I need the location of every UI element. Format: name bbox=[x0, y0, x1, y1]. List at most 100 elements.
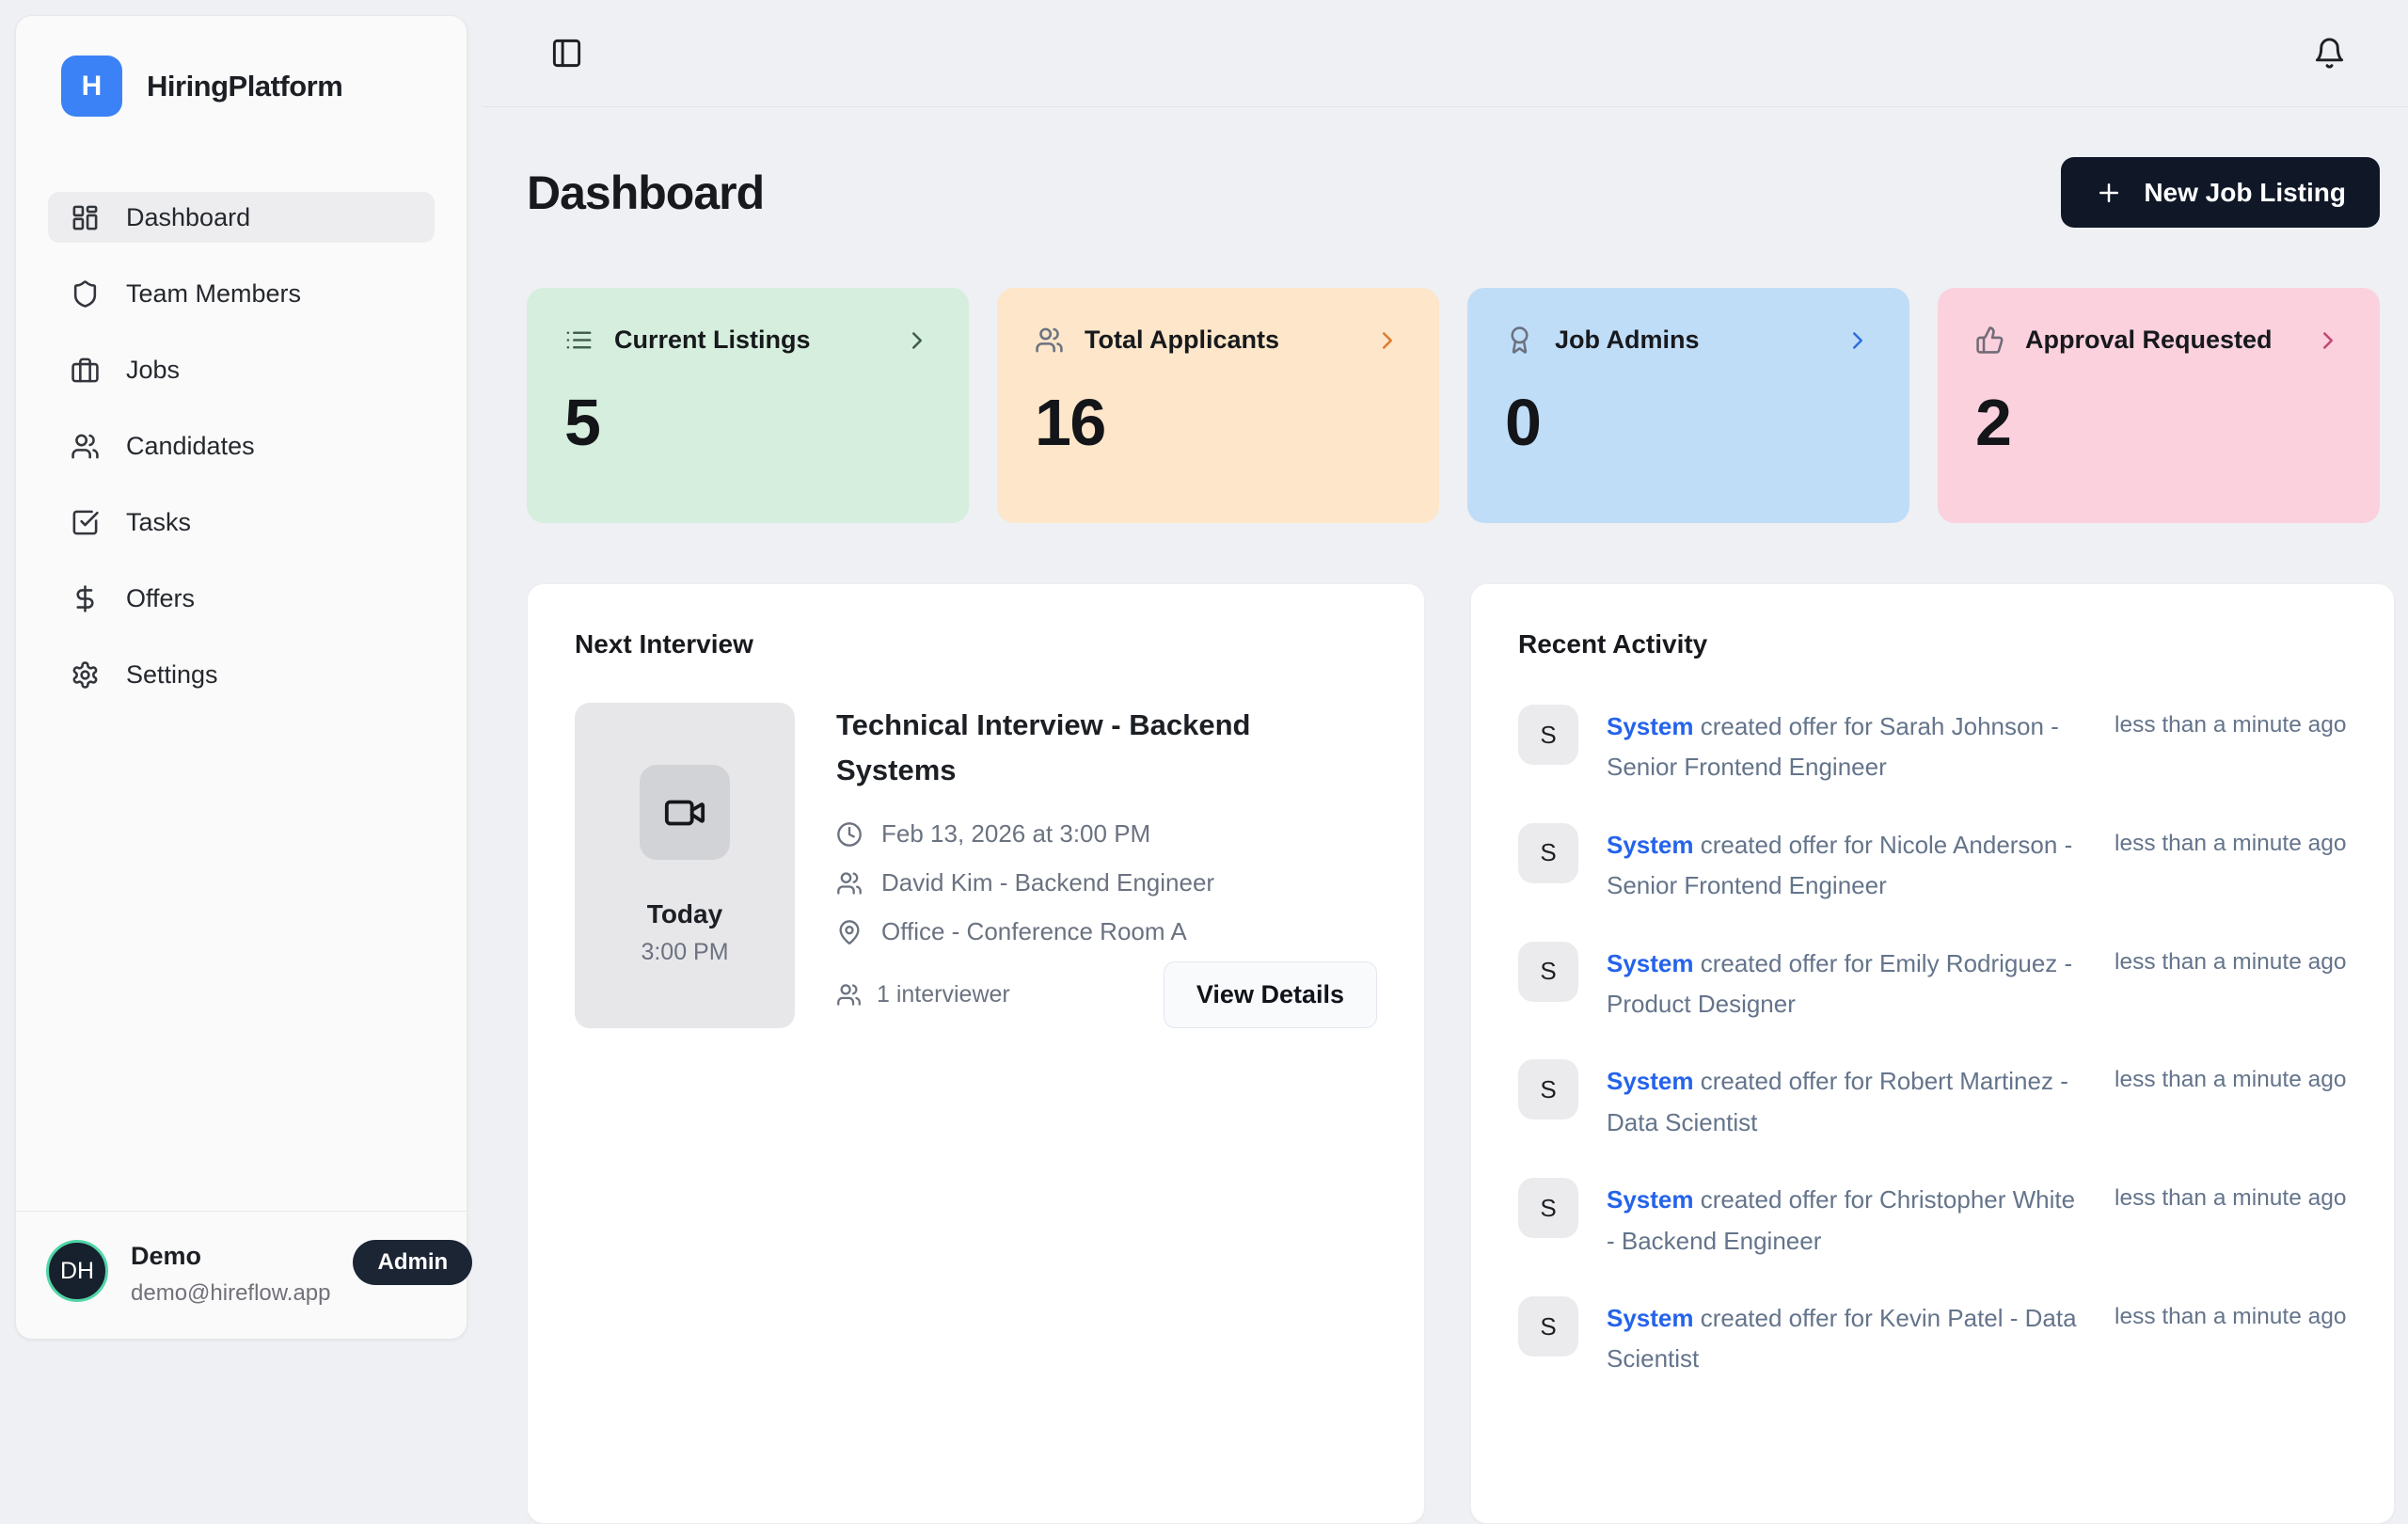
sidebar-item-label: Dashboard bbox=[126, 203, 250, 232]
sidebar-item-label: Jobs bbox=[126, 356, 180, 385]
sidebar-item-tasks[interactable]: Tasks bbox=[48, 497, 435, 548]
activity-message: System created offer for Sarah Johnson -… bbox=[1607, 705, 2086, 788]
thumbs-up-icon bbox=[1975, 325, 2004, 355]
interview-time: 3:00 PM bbox=[641, 939, 728, 966]
gear-icon bbox=[71, 660, 100, 690]
dashboard-columns: Next Interview Today 3:00 PM Technical I… bbox=[527, 583, 2380, 1524]
activity-avatar: S bbox=[1518, 1178, 1578, 1238]
activity-actor-link[interactable]: System bbox=[1607, 1185, 1694, 1214]
activity-actor-link[interactable]: System bbox=[1607, 1304, 1694, 1332]
stat-card-header: Current Listings bbox=[564, 325, 931, 355]
new-job-listing-label: New Job Listing bbox=[2144, 178, 2346, 208]
activity-message: System created offer for Robert Martinez… bbox=[1607, 1059, 2086, 1143]
role-badge: Admin bbox=[353, 1240, 472, 1285]
interview-date-box: Today 3:00 PM bbox=[575, 703, 795, 1028]
stat-card-approval-requested[interactable]: Approval Requested 2 bbox=[1938, 288, 2380, 523]
interview-job-title: Technical Interview - Backend Systems bbox=[836, 703, 1297, 793]
bell-icon bbox=[2313, 37, 2346, 70]
sidebar-item-label: Team Members bbox=[126, 279, 301, 309]
map-pin-icon bbox=[836, 919, 863, 945]
activity-timestamp: less than a minute ago bbox=[2115, 1296, 2347, 1330]
activity-avatar: S bbox=[1518, 705, 1578, 765]
activity-actor-link[interactable]: System bbox=[1607, 1067, 1694, 1095]
sidebar-nav: Dashboard Team Members Jobs Candidates T… bbox=[48, 192, 435, 700]
interview-datetime-row: Feb 13, 2026 at 3:00 PM bbox=[836, 819, 1377, 849]
activity-row: S System created offer for Emily Rodrigu… bbox=[1518, 942, 2347, 1025]
list-icon bbox=[564, 325, 594, 355]
interview-info: Technical Interview - Backend Systems Fe… bbox=[836, 703, 1377, 1028]
stat-value: 0 bbox=[1505, 385, 1872, 460]
interview-candidate-row: David Kim - Backend Engineer bbox=[836, 868, 1377, 897]
activity-avatar: S bbox=[1518, 1296, 1578, 1357]
sidebar-item-settings[interactable]: Settings bbox=[48, 649, 435, 700]
activity-row: S System created offer for Sarah Johnson… bbox=[1518, 705, 2347, 788]
stat-label: Job Admins bbox=[1555, 325, 1700, 355]
video-camera-icon bbox=[640, 765, 730, 860]
sidebar-item-jobs[interactable]: Jobs bbox=[48, 344, 435, 395]
sidebar-item-team-members[interactable]: Team Members bbox=[48, 268, 435, 319]
user-menu[interactable]: DH Demo demo@hireflow.app Admin bbox=[16, 1211, 467, 1339]
activity-timestamp: less than a minute ago bbox=[2115, 705, 2347, 738]
stat-cards: Current Listings 5 Total Applicants 16 J… bbox=[527, 288, 2380, 523]
activity-message: System created offer for Emily Rodriguez… bbox=[1607, 942, 2086, 1025]
stat-card-header: Job Admins bbox=[1505, 325, 1872, 355]
sidebar-toggle-button[interactable] bbox=[550, 37, 583, 70]
activity-avatar: S bbox=[1518, 823, 1578, 883]
interview-location: Office - Conference Room A bbox=[881, 917, 1187, 946]
next-interview-title: Next Interview bbox=[575, 629, 1377, 659]
panel-left-icon bbox=[550, 37, 583, 70]
next-interview-panel: Next Interview Today 3:00 PM Technical I… bbox=[527, 583, 1425, 1524]
stat-value: 5 bbox=[564, 385, 931, 460]
stat-card-job-admins[interactable]: Job Admins 0 bbox=[1467, 288, 1909, 523]
activity-message: System created offer for Nicole Anderson… bbox=[1607, 823, 2086, 907]
page-header: Dashboard New Job Listing bbox=[527, 157, 2380, 228]
activity-timestamp: less than a minute ago bbox=[2115, 1059, 2347, 1093]
interviewer-count-label: 1 interviewer bbox=[877, 981, 1010, 1008]
chevron-right-icon bbox=[2314, 326, 2342, 355]
brand: H HiringPlatform bbox=[48, 56, 435, 117]
activity-row: S System created offer for Christopher W… bbox=[1518, 1178, 2347, 1262]
activity-actor-link[interactable]: System bbox=[1607, 712, 1694, 740]
sidebar-item-candidates[interactable]: Candidates bbox=[48, 421, 435, 471]
sidebar-item-dashboard[interactable]: Dashboard bbox=[48, 192, 435, 243]
avatar: DH bbox=[46, 1240, 108, 1302]
new-job-listing-button[interactable]: New Job Listing bbox=[2061, 157, 2380, 228]
stat-value: 2 bbox=[1975, 385, 2342, 460]
users-icon bbox=[71, 432, 100, 461]
activity-row: S System created offer for Robert Martin… bbox=[1518, 1059, 2347, 1143]
chevron-right-icon bbox=[903, 326, 931, 355]
activity-avatar: S bbox=[1518, 1059, 1578, 1119]
sidebar: H HiringPlatform Dashboard Team Members … bbox=[15, 15, 467, 1340]
activity-message: System created offer for Kevin Patel - D… bbox=[1607, 1296, 2086, 1380]
interview-location-row: Office - Conference Room A bbox=[836, 917, 1377, 946]
stat-card-current-listings[interactable]: Current Listings 5 bbox=[527, 288, 969, 523]
activity-timestamp: less than a minute ago bbox=[2115, 942, 2347, 976]
stat-card-header: Approval Requested bbox=[1975, 325, 2342, 355]
sidebar-item-label: Candidates bbox=[126, 432, 255, 461]
activity-actor-link[interactable]: System bbox=[1607, 831, 1694, 859]
users-icon bbox=[836, 870, 863, 897]
activity-list: S System created offer for Sarah Johnson… bbox=[1518, 705, 2347, 1380]
interview-footer: 1 interviewer View Details bbox=[836, 961, 1377, 1028]
interview-card: Today 3:00 PM Technical Interview - Back… bbox=[575, 703, 1377, 1028]
chevron-right-icon bbox=[1373, 326, 1402, 355]
briefcase-icon bbox=[71, 356, 100, 385]
dashboard-icon bbox=[71, 203, 100, 232]
sidebar-item-label: Settings bbox=[126, 660, 218, 690]
activity-row: S System created offer for Nicole Anders… bbox=[1518, 823, 2347, 907]
square-check-icon bbox=[71, 508, 100, 537]
interview-datetime: Feb 13, 2026 at 3:00 PM bbox=[881, 819, 1150, 849]
interview-candidate: David Kim - Backend Engineer bbox=[881, 868, 1214, 897]
notifications-button[interactable] bbox=[2313, 37, 2346, 70]
shield-icon bbox=[71, 279, 100, 309]
interview-day: Today bbox=[647, 899, 722, 929]
activity-actor-link[interactable]: System bbox=[1607, 949, 1694, 977]
stat-value: 16 bbox=[1035, 385, 1402, 460]
recent-activity-panel: Recent Activity S System created offer f… bbox=[1470, 583, 2395, 1524]
dollar-icon bbox=[71, 584, 100, 613]
view-details-button[interactable]: View Details bbox=[1164, 961, 1377, 1028]
user-name: Demo bbox=[131, 1242, 330, 1271]
chevron-right-icon bbox=[1844, 326, 1872, 355]
stat-card-total-applicants[interactable]: Total Applicants 16 bbox=[997, 288, 1439, 523]
sidebar-item-offers[interactable]: Offers bbox=[48, 573, 435, 624]
